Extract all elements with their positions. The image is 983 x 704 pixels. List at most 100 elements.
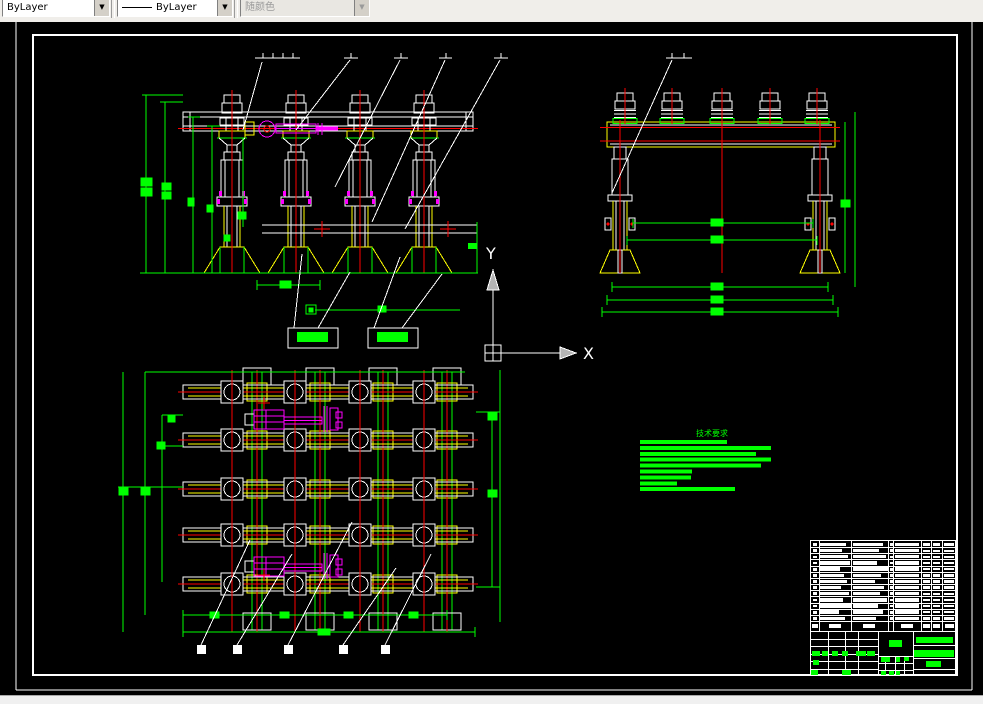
feed-actuator-front <box>244 120 338 138</box>
bom-remark-blob <box>944 598 954 602</box>
table-line <box>811 638 878 640</box>
bom-material-blob <box>895 585 919 590</box>
bom-remark-blob <box>944 574 954 577</box>
bom-qty-blob <box>889 604 893 608</box>
side-view <box>599 53 856 317</box>
bom-remark-blob <box>944 604 954 608</box>
bom-spec-blob <box>853 555 886 559</box>
bom-seq-blob <box>812 543 817 546</box>
bom-weight-blob <box>932 598 940 602</box>
linetype-control[interactable]: ByLayer ▼ <box>117 0 233 17</box>
bom-spec-blob <box>853 573 881 577</box>
bom-weight-blob <box>922 604 930 608</box>
bom-weight-blob <box>922 568 930 571</box>
bom-name-blob <box>820 561 850 565</box>
table-line <box>913 669 955 670</box>
bom-spec-blob <box>853 610 883 614</box>
bom-remark-blob <box>944 592 954 595</box>
bom-header-blob <box>901 624 913 628</box>
table-line <box>811 631 955 632</box>
bom-spec-blob <box>853 604 878 608</box>
bom-weight-blob <box>932 555 940 559</box>
bom-qty-blob <box>889 543 893 546</box>
bom-remark-blob <box>944 580 954 583</box>
table-line <box>811 646 878 647</box>
color-control[interactable]: ByLayer ▼ <box>2 0 110 17</box>
table-line <box>851 541 852 631</box>
model-space-canvas[interactable]: Y X 技术要求 <box>0 22 983 695</box>
chevron-down-icon: ▼ <box>354 0 369 16</box>
toolbar-separator <box>234 0 238 18</box>
bom-remark-blob <box>944 611 954 614</box>
bom-name-blob <box>820 598 843 602</box>
bom-weight-blob <box>932 592 940 595</box>
chevron-down-icon[interactable]: ▼ <box>217 0 232 16</box>
table-line <box>942 541 943 631</box>
bom-seq-blob <box>812 555 817 559</box>
item-number-blob <box>233 645 242 654</box>
bom-material-blob <box>895 616 919 620</box>
chevron-down-icon[interactable]: ▼ <box>94 0 109 16</box>
titleblock-text-blob <box>889 671 894 675</box>
bom-seq-blob <box>812 592 817 596</box>
note-line-blob <box>640 440 727 444</box>
titleblock-text-blob <box>811 670 818 675</box>
item-number-blob <box>284 645 293 654</box>
note-line-blob <box>640 469 692 474</box>
bom-spec-blob <box>853 579 875 584</box>
plotstyle-control-value: 随颜色 <box>245 1 275 13</box>
bom-weight-blob <box>932 549 940 552</box>
bom-name-blob <box>820 548 842 553</box>
note-line-blob <box>640 463 761 468</box>
bom-material-blob <box>895 567 919 571</box>
bom-spec-blob <box>853 585 884 590</box>
bom-qty-blob <box>889 598 893 602</box>
bom-weight-blob <box>922 617 930 620</box>
item-number-blob <box>339 645 348 654</box>
bom-header-blob <box>932 624 940 628</box>
bom-name-blob <box>820 616 845 620</box>
bom-name-blob <box>820 579 847 584</box>
table-line <box>893 541 894 631</box>
titleblock-text-blob <box>832 651 838 656</box>
bom-qty-blob <box>889 573 893 577</box>
bom-material-blob <box>895 542 919 547</box>
bom-weight-blob <box>932 561 940 565</box>
bom-name-blob <box>820 573 844 577</box>
table-line <box>811 661 878 662</box>
bom-name-blob <box>820 585 841 590</box>
side-beam <box>600 121 840 148</box>
bom-header-blob <box>922 624 930 628</box>
note-line-blob <box>640 457 771 462</box>
bom-qty-blob <box>889 555 893 559</box>
bom-weight-blob <box>932 568 940 571</box>
bom-material-blob <box>895 598 919 602</box>
plan-bearing-blocks <box>220 380 436 596</box>
bom-weight-blob <box>922 543 930 546</box>
bom-remark-blob <box>944 555 954 559</box>
bom-remark-blob <box>944 617 954 620</box>
front-view <box>140 53 508 349</box>
side-dimensions <box>601 112 856 317</box>
bom-weight-blob <box>922 598 930 602</box>
plan-dimensions <box>118 370 501 637</box>
bom-name-blob <box>820 542 846 547</box>
bom-weight-blob <box>932 611 940 614</box>
bom-qty-blob <box>889 617 893 620</box>
ucs-y-label: Y <box>485 244 496 263</box>
table-line <box>913 645 955 646</box>
title-block <box>810 540 956 676</box>
bom-weight-blob <box>932 586 940 589</box>
bom-weight-blob <box>922 586 930 589</box>
front-dimensions <box>140 94 478 315</box>
ucs-x-label: X <box>583 344 594 363</box>
toolbar-separator <box>111 0 115 18</box>
titleblock-text-blob <box>881 671 886 675</box>
bom-remark-blob <box>944 561 954 565</box>
titleblock-text-blob <box>822 651 828 656</box>
titleblock-text-blob <box>813 660 819 665</box>
bom-qty-blob <box>889 610 893 614</box>
bom-weight-blob <box>932 580 940 583</box>
note-line-blob <box>640 445 771 450</box>
bom-weight-blob <box>922 592 930 595</box>
